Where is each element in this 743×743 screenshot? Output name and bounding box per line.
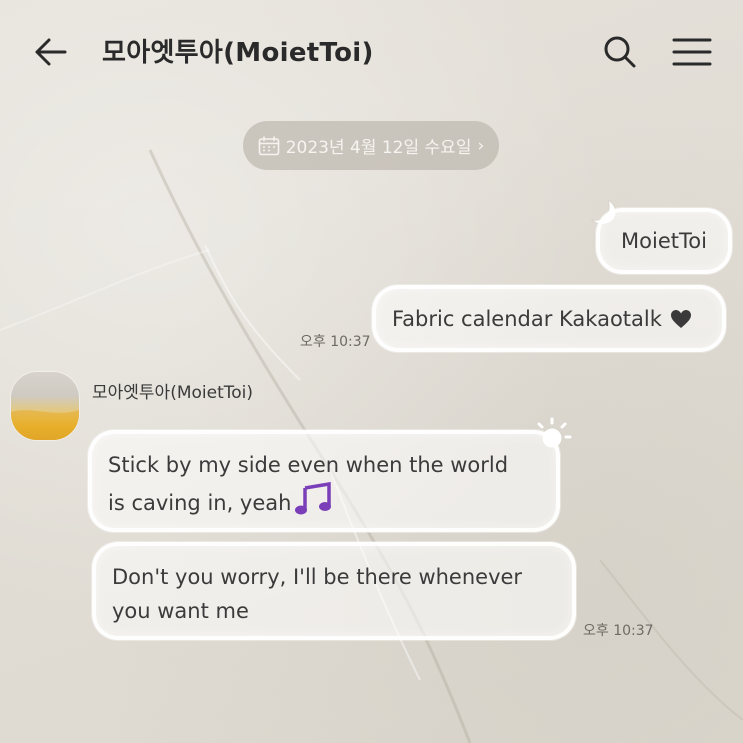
- message-line-text: is caving in, yeah: [108, 491, 292, 515]
- sent-message-bubble[interactable]: MoietToi: [596, 208, 732, 274]
- menu-button[interactable]: [668, 30, 716, 74]
- sent-message-bubble[interactable]: Fabric calendar Kakaotalk: [372, 285, 726, 352]
- avatar[interactable]: [11, 372, 79, 440]
- chat-title: 모아엣투아(MoietToi): [102, 38, 374, 68]
- hamburger-menu-icon: [672, 38, 712, 66]
- message-line: you want me: [112, 599, 249, 623]
- music-note-icon: [295, 482, 332, 515]
- arrow-left-icon: [35, 38, 67, 66]
- heart-icon: [670, 309, 691, 328]
- chat-header: 모아엣투아(MoietToi): [0, 0, 743, 100]
- message-text: MoietToi: [621, 229, 707, 253]
- message-text: Fabric calendar Kakaotalk: [392, 306, 662, 331]
- date-text: 2023년 4월 12일 수요일: [285, 138, 472, 158]
- avatar-image: [11, 410, 79, 440]
- message-time: 오후 10:37: [300, 334, 371, 350]
- search-icon: [604, 36, 636, 68]
- message-line: Stick by my side even when the world: [108, 453, 509, 477]
- date-divider[interactable]: 2023년 4월 12일 수요일 ›: [243, 121, 499, 170]
- message-line: Don't you worry, I'll be there whenever: [112, 565, 523, 589]
- chevron-right-icon: ›: [477, 135, 485, 156]
- message-time: 오후 10:37: [583, 623, 654, 639]
- message-line: is caving in, yeah: [108, 482, 540, 520]
- received-message-bubble[interactable]: Stick by my side even when the world is …: [88, 430, 560, 532]
- back-button[interactable]: [28, 30, 72, 74]
- calendar-icon: [258, 135, 280, 155]
- received-message-bubble[interactable]: Don't you worry, I'll be there whenever …: [92, 542, 576, 640]
- sender-name: 모아엣투아(MoietToi): [92, 383, 254, 403]
- search-button[interactable]: [598, 30, 642, 74]
